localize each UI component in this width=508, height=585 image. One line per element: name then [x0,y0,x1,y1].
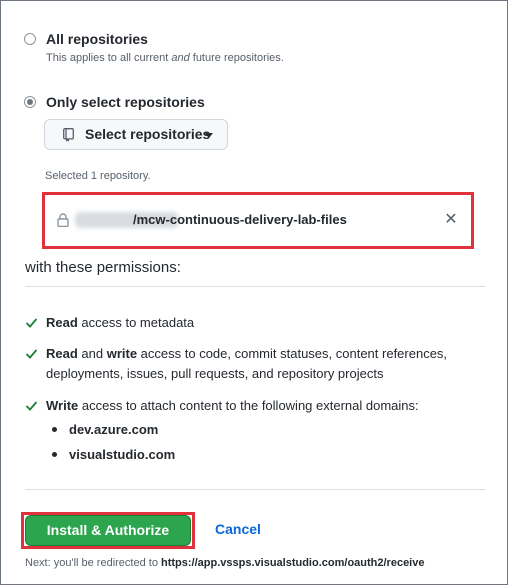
select-repositories-label: Select repositories [85,126,211,142]
divider-bottom [25,489,485,490]
select-repositories-button[interactable]: Select repositories [44,119,228,150]
permission-level: Write [46,398,79,413]
redirect-note: Next: you'll be redirected to https://ap… [25,557,424,569]
note-suffix: future repositories. [189,52,284,64]
radio-button-unchecked[interactable] [24,33,36,45]
domain-name: dev.azure.com [69,422,159,437]
domain-item: visualstudio.com [52,447,175,462]
page-frame [0,0,508,585]
chevron-down-icon [205,133,213,138]
permission-level: Read [46,346,78,361]
check-icon [25,349,38,359]
permission-text: access to metadata [77,315,195,330]
lock-icon [57,213,69,227]
repository-name: /mcw-continuous-delivery-lab-files [133,212,347,227]
check-icon [25,318,38,328]
install-authorize-button[interactable]: Install & Authorize [25,515,191,546]
bullet-icon [52,427,57,432]
radio-select-label: Only select repositories [46,94,205,110]
radio-select-repositories[interactable]: Only select repositories [24,94,205,110]
check-icon [25,401,38,411]
permission-level-2: write [106,346,138,361]
radio-all-label: All repositories [46,31,148,47]
bullet-icon [52,452,57,457]
cancel-link[interactable]: Cancel [215,521,261,537]
divider-top [25,286,485,287]
permission-conjunction: and [77,346,107,361]
selected-repository-row: /mcw-continuous-delivery-lab-files ✕ [49,197,469,244]
note-prefix: This applies to all current [46,52,172,64]
domain-item: dev.azure.com [52,422,158,437]
domain-name: visualstudio.com [69,447,176,462]
permission-level: Read [46,315,78,330]
radio-all-repositories[interactable]: All repositories [24,31,148,47]
all-repositories-note: This applies to all current and future r… [46,52,284,64]
redirect-prefix: Next: you'll be redirected to [25,557,162,569]
close-icon[interactable]: ✕ [443,212,459,228]
redirect-url: https://app.vssps.visualstudio.com/oauth… [161,557,425,569]
permissions-heading: with these permissions: [25,259,181,276]
note-emphasis: and [171,52,190,64]
repo-icon [63,128,74,142]
selected-count: Selected 1 repository. [45,170,151,182]
radio-button-checked[interactable] [24,96,36,108]
permission-text: access to attach content to the followin… [78,398,419,413]
